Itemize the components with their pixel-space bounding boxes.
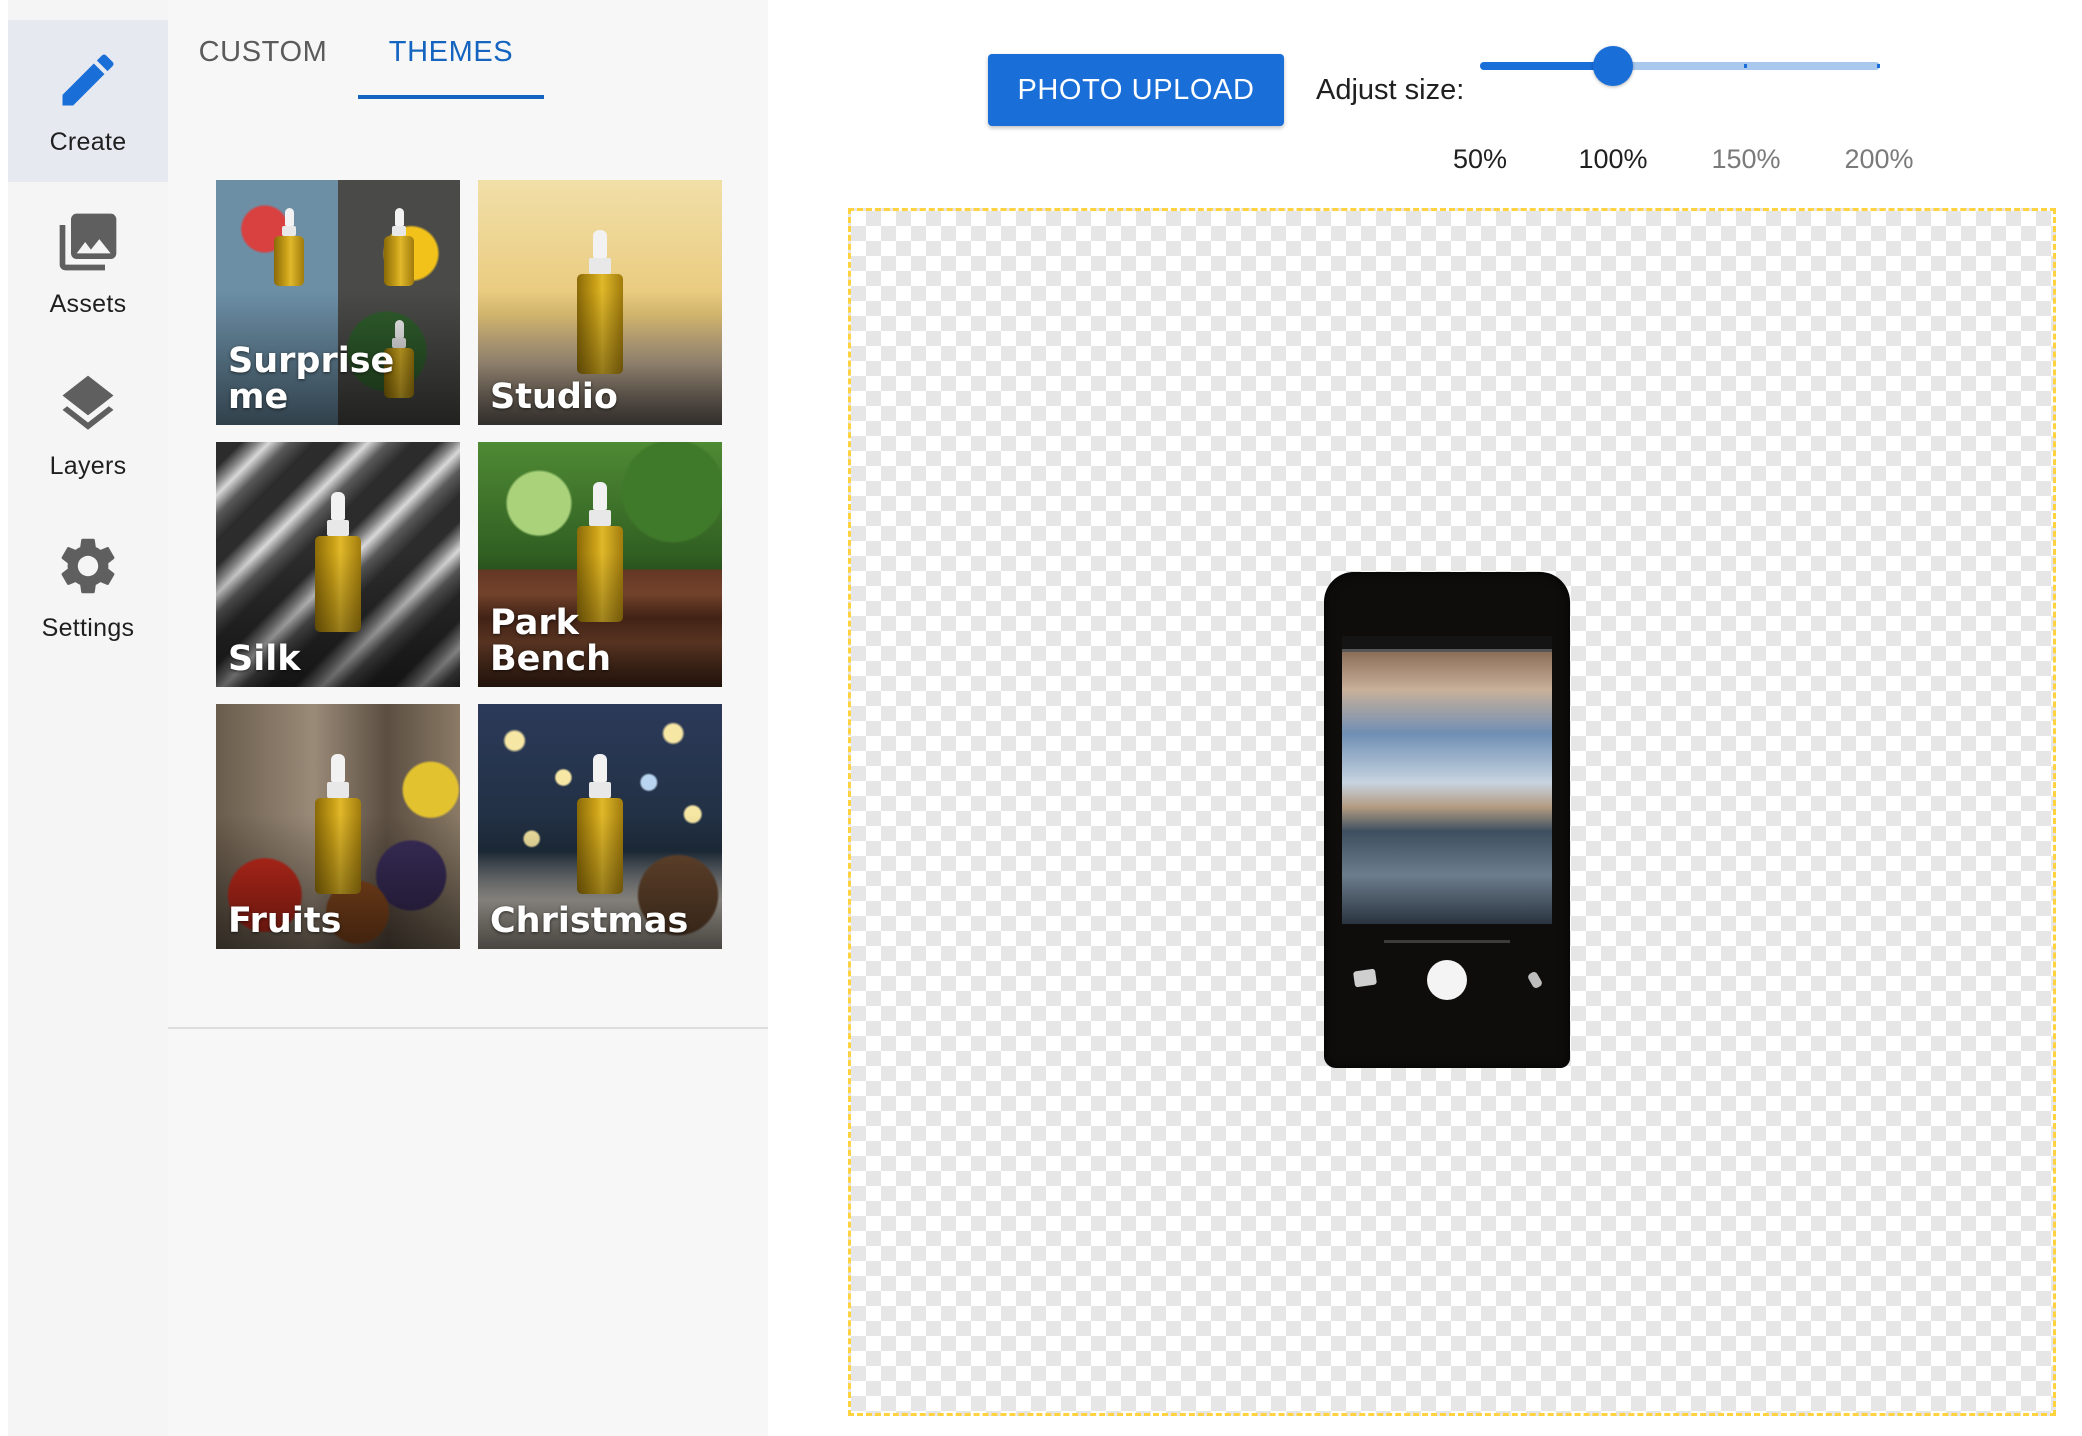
theme-label: Studio xyxy=(490,377,618,417)
phone-screen-photo xyxy=(1342,652,1552,924)
slider-thumb[interactable] xyxy=(1593,46,1633,86)
nav-item-settings[interactable]: Settings xyxy=(8,506,168,668)
slider-tick xyxy=(1877,64,1880,68)
tab-themes[interactable]: THEMES xyxy=(358,24,544,100)
shutter-button-icon xyxy=(1427,960,1467,1000)
image-stack-icon xyxy=(59,213,117,270)
nav-item-layers[interactable]: Layers xyxy=(8,344,168,506)
nav-rail: Create Assets Layers Settings xyxy=(8,0,168,1436)
active-tab-indicator xyxy=(358,95,544,99)
slider-mark-50: 50% xyxy=(1452,144,1508,174)
layers-icon xyxy=(62,375,114,430)
nav-item-create[interactable]: Create xyxy=(8,20,168,182)
camera-switch-icon xyxy=(1526,970,1544,990)
theme-card-fruits[interactable]: Fruits xyxy=(216,704,460,949)
nav-item-label: Layers xyxy=(49,451,127,480)
size-slider[interactable]: 50% 100% 150% 200% xyxy=(1453,44,1914,174)
theme-label: Silk xyxy=(228,639,301,679)
photo-upload-button[interactable]: PHOTO UPLOAD xyxy=(988,54,1284,126)
adjust-size-label: Adjust size: xyxy=(1316,74,1465,106)
phone-cutout-image[interactable] xyxy=(1324,572,1570,1068)
theme-card-park-bench[interactable]: Park Bench xyxy=(478,442,722,687)
theme-label: Park Bench xyxy=(490,603,611,679)
slider-mark-100: 100% xyxy=(1578,144,1648,174)
theme-label: Surprise me xyxy=(228,341,395,417)
pencil-icon xyxy=(62,53,114,105)
gear-icon xyxy=(61,538,115,593)
theme-card-studio[interactable]: Studio xyxy=(478,180,722,425)
tab-custom[interactable]: CUSTOM xyxy=(168,24,358,100)
slider-mark-200: 200% xyxy=(1844,144,1914,174)
theme-card-surprise-me[interactable]: Surprise me xyxy=(216,180,460,425)
theme-card-silk[interactable]: Silk xyxy=(216,442,460,687)
nav-item-label: Assets xyxy=(49,289,127,318)
slider-mark-150: 150% xyxy=(1711,144,1781,174)
theme-label: Christmas xyxy=(490,901,689,941)
slider-tick xyxy=(1744,64,1747,68)
gallery-thumbnail-icon xyxy=(1352,968,1378,988)
theme-card-christmas[interactable]: Christmas xyxy=(478,704,722,949)
nav-item-label: Settings xyxy=(41,613,135,642)
theme-label: Fruits xyxy=(228,901,342,941)
nav-item-assets[interactable]: Assets xyxy=(8,182,168,344)
panel-divider xyxy=(168,1027,768,1029)
nav-item-label: Create xyxy=(49,127,127,156)
